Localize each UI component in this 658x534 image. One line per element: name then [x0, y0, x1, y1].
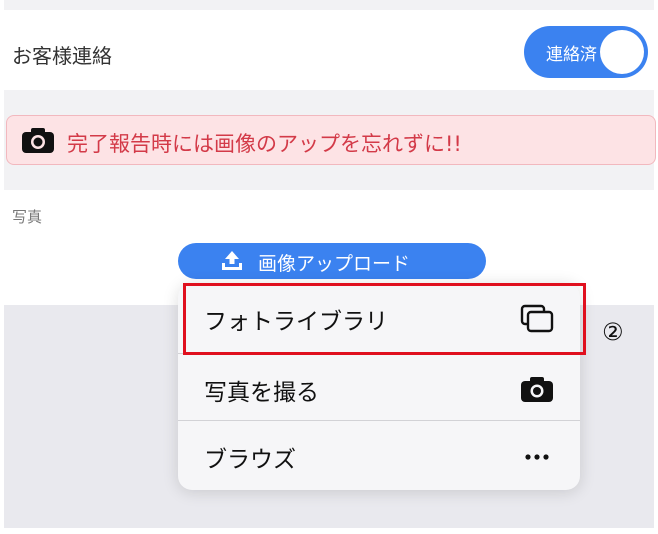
camera-icon	[520, 374, 554, 404]
top-strip	[4, 0, 654, 10]
alert-message: 完了報告時には画像のアップを忘れずに!!	[67, 132, 462, 156]
highlight-box	[183, 283, 586, 355]
image-upload-label: 画像アップロード	[258, 253, 411, 275]
menu-item-take-photo[interactable]: 写真を撮る	[178, 353, 580, 422]
contacted-toggle[interactable]: 連絡済	[524, 26, 648, 78]
menu-item-label: 写真を撮る	[204, 380, 319, 406]
camera-icon	[21, 126, 55, 154]
upload-icon	[220, 250, 244, 272]
customer-contact-label: お客様連絡	[12, 44, 112, 68]
menu-item-browse[interactable]: ブラウズ	[178, 420, 580, 489]
upload-reminder-alert: 完了報告時には画像のアップを忘れずに!!	[6, 115, 656, 165]
toggle-knob	[600, 30, 644, 74]
photo-label: 写真	[12, 208, 43, 226]
menu-item-label: ブラウズ	[204, 447, 296, 473]
step-callout: ②	[602, 318, 624, 346]
image-upload-button[interactable]: 画像アップロード	[178, 243, 486, 279]
more-icon	[520, 441, 554, 471]
contacted-toggle-label: 連絡済	[546, 45, 597, 65]
customer-contact-row: お客様連絡 連絡済	[4, 10, 654, 90]
